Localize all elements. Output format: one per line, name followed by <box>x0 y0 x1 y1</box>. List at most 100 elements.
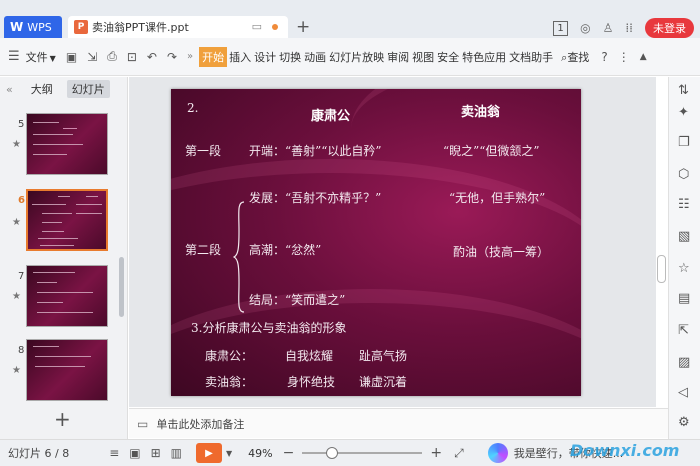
shape-icon[interactable]: ⬡ <box>678 167 689 182</box>
document-tab[interactable]: P 卖油翁PPT课件.ppt ▭ <box>68 16 288 38</box>
print-icon[interactable]: ⎙ <box>107 49 117 64</box>
zoom-slider[interactable] <box>302 447 423 459</box>
notes-pane[interactable]: ▭ 单击此处添加备注 <box>129 408 668 438</box>
animation-star-icon: ★ <box>12 365 21 376</box>
tab-design[interactable]: 设计 <box>253 47 277 67</box>
maiyouweng-trait-1: 身怀绝技 <box>287 375 336 389</box>
play-slideshow-button[interactable]: ▶ <box>196 443 223 463</box>
collapse-panel-icon[interactable]: « <box>6 83 13 96</box>
wps-logo-icon: W <box>10 20 24 34</box>
slide-thumbnail-6[interactable] <box>26 189 108 251</box>
undo-icon[interactable]: ↶ <box>147 50 157 64</box>
picture-icon[interactable]: ▨ <box>678 355 690 370</box>
window-count-badge[interactable]: 1 <box>553 20 569 36</box>
watermark-logo: Downxi.com <box>570 441 680 460</box>
tab-review[interactable]: 审阅 <box>386 47 410 67</box>
tab-features[interactable]: 特色应用 <box>461 47 507 67</box>
file-menu[interactable]: 文件 ▼ <box>26 49 56 65</box>
more-chevron-icon[interactable]: » <box>187 51 193 62</box>
hamburger-menu-icon[interactable]: ☰ <box>8 49 20 64</box>
sorter-view-icon[interactable]: ⊞ <box>151 446 161 460</box>
gear-icon[interactable]: ⚙ <box>678 415 690 430</box>
export-icon[interactable]: ⇲ <box>87 50 97 64</box>
thumbnail-number: 5 <box>18 119 25 130</box>
normal-view-icon[interactable]: ▣ <box>129 446 140 460</box>
preview-icon[interactable]: ⊡ <box>127 50 137 64</box>
copy-icon[interactable]: ❐ <box>678 135 690 150</box>
settings-sliders-icon[interactable]: ☷ <box>678 197 690 212</box>
wps-home-tab-label: WPS <box>27 20 52 34</box>
add-slide-button[interactable]: + <box>54 407 71 431</box>
column-header-kangsugong: 康肃公 <box>311 109 351 124</box>
section1-maiyouweng-text: “睨之”“但微颔之” <box>443 144 540 158</box>
right-task-pane-bar: ⇅ ✦ ❐ ⬡ ☷ ▧ ☆ ▤ ⇱ ▨ ◁ ⚙ <box>668 77 700 439</box>
title-bar: W WPS P 卖油翁PPT课件.ppt ▭ + 1 ◎ ♙ ⁞⁞ 未登录 <box>0 0 700 38</box>
more-options-icon[interactable]: ⋮ <box>618 50 630 64</box>
canvas-scrollbar[interactable] <box>657 255 666 283</box>
volume-icon[interactable]: ◁ <box>678 385 688 400</box>
login-button[interactable]: 未登录 <box>645 18 694 38</box>
thumbnail-number: 7 <box>18 271 25 282</box>
tab-animation[interactable]: 动画 <box>303 47 327 67</box>
tab-outline[interactable]: 大纲 <box>31 81 53 97</box>
tab-slideshow[interactable]: 幻灯片放映 <box>328 47 385 67</box>
slide-thumbnail-7[interactable] <box>26 265 108 327</box>
tab-transition[interactable]: 切换 <box>278 47 302 67</box>
slide-counter: 幻灯片 6 / 8 <box>8 447 70 460</box>
zoom-in-button[interactable]: + <box>430 445 442 461</box>
assistant-icon[interactable] <box>487 443 508 463</box>
redo-icon[interactable]: ↷ <box>167 50 177 64</box>
zoom-level[interactable]: 49% <box>248 447 272 460</box>
section2-climax: 高潮：“忿然” <box>249 243 322 257</box>
section2-climax-right: 酌油（技高一筹） <box>453 245 550 259</box>
ppt-file-icon: P <box>74 20 88 34</box>
analysis-title: 3.分析康肃公与卖油翁的形象 <box>191 321 347 335</box>
tab-security[interactable]: 安全 <box>436 47 460 67</box>
help-icon[interactable]: ? <box>601 50 607 64</box>
grid-icon[interactable]: ⁞⁞ <box>625 21 633 35</box>
reading-view-icon[interactable]: ▥ <box>171 446 182 460</box>
kangsugong-label: 康肃公： <box>205 349 254 363</box>
notes-icon: ▭ <box>137 416 149 431</box>
section2-ending: 结局：“笑而遣之” <box>249 293 346 307</box>
skin-icon[interactable]: ♙ <box>603 21 614 35</box>
ribbon-tabs: 开始 插入 设计 切换 动画 幻灯片放映 审阅 视图 安全 特色应用 文档助手 <box>199 46 555 67</box>
wps-home-tab[interactable]: W WPS <box>4 16 62 38</box>
file-menu-label: 文件 <box>25 50 48 64</box>
chevron-down-icon[interactable]: ▼ <box>226 449 232 458</box>
tab-doc-assistant[interactable]: 文档助手 <box>508 47 554 67</box>
section2-label: 第二段 <box>185 243 222 257</box>
clock-icon[interactable]: ◎ <box>580 21 590 35</box>
new-tab-button[interactable]: + <box>296 17 310 37</box>
tab-view[interactable]: 视图 <box>411 47 435 67</box>
collapse-ribbon-icon[interactable]: ▲ <box>640 52 647 62</box>
star-icon[interactable]: ☆ <box>678 261 690 276</box>
section1-kangsugong-text: 开端：“善射”“以此自矜” <box>249 144 382 158</box>
save-icon[interactable]: ▣ <box>66 50 77 64</box>
section1-label: 第一段 <box>185 144 222 158</box>
notes-toggle-icon[interactable]: ≡ <box>109 446 119 460</box>
image-icon[interactable]: ▧ <box>678 229 690 244</box>
zoom-out-button[interactable]: − <box>283 445 295 461</box>
thumbnail-number: 6 <box>18 195 25 206</box>
slide-thumbnail-panel: « 大纲 幻灯片 5 ★ 6 ★ 7 ★ 8 ★ + <box>0 77 128 439</box>
tab-insert[interactable]: 插入 <box>228 47 252 67</box>
tab-home[interactable]: 开始 <box>199 46 228 67</box>
slide-thumbnail-8[interactable] <box>26 339 108 401</box>
current-slide[interactable]: 2. 康肃公 卖油翁 第一段 开端：“善射”“以此自矜” “睨之”“但微颔之” … <box>171 89 581 396</box>
fit-window-icon[interactable]: ⤢ <box>454 446 464 461</box>
kangsugong-trait-2: 趾高气扬 <box>359 349 408 363</box>
archive-icon[interactable]: ▤ <box>678 291 690 306</box>
monitor-icon[interactable]: ▭ <box>252 20 262 33</box>
zoom-slider-handle[interactable] <box>326 447 339 459</box>
search-button[interactable]: ⌕查找 <box>561 49 589 65</box>
tab-slides[interactable]: 幻灯片 <box>66 80 110 98</box>
thumbnail-scrollbar[interactable] <box>119 257 124 317</box>
slide-thumbnail-5[interactable] <box>26 113 108 175</box>
collapse-pane-icon[interactable]: ⇅ <box>678 83 689 98</box>
title-bar-right: 1 ◎ ♙ ⁞⁞ 未登录 <box>553 18 700 38</box>
play-icon: ▶ <box>205 447 213 459</box>
magic-icon[interactable]: ✦ <box>678 105 689 120</box>
share-icon[interactable]: ⇱ <box>678 323 689 338</box>
slide-canvas: 2. 康肃公 卖油翁 第一段 开端：“善射”“以此自矜” “睨之”“但微颔之” … <box>129 77 656 407</box>
